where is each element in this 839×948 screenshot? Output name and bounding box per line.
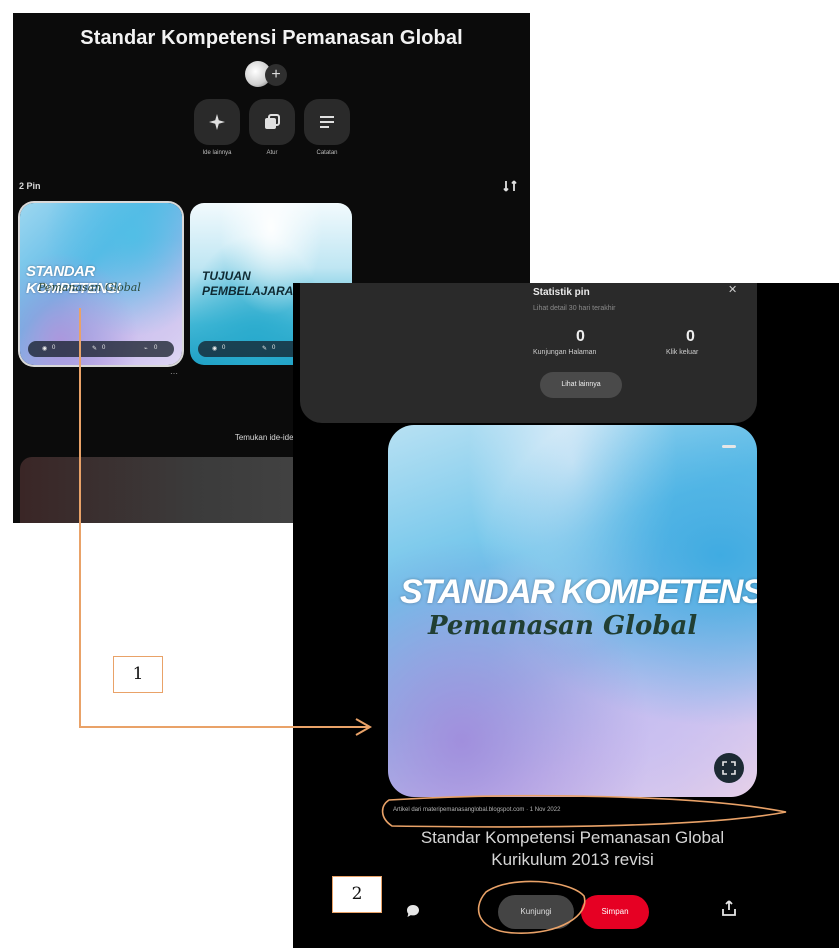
pin-image-subtitle: Pemanasan Global (38, 281, 141, 294)
pin-title: Standar Kompetensi Pemanasan Global Kuri… (420, 828, 725, 869)
save-button[interactable]: Simpan (581, 895, 649, 929)
saves-icon: ✎ (262, 346, 268, 352)
pin-stats-bar: ◉ 0 ✎ 0 ⌁ 0 (28, 341, 174, 357)
pin-image[interactable]: STANDAR KOMPETENSI Pemanasan Global (388, 425, 757, 797)
pin-stats-card: Statistik pin ✕ Lihat detail 30 hari ter… (300, 283, 757, 423)
saves-icon: ✎ (92, 346, 98, 352)
organize-button[interactable] (249, 99, 295, 145)
board-title: Standar Kompetensi Pemanasan Global (80, 27, 463, 49)
pin-stat-saves: 0 (102, 345, 106, 351)
comment-icon[interactable] (406, 904, 420, 918)
clicks-icon: ⌁ (144, 346, 148, 352)
share-icon[interactable] (722, 900, 736, 916)
views-icon: ◉ (42, 346, 48, 352)
notes-label: Catatan (316, 150, 338, 156)
stat-visits-value: 0 (576, 328, 585, 345)
stats-subtitle: Lihat detail 30 hari terakhir (533, 305, 616, 312)
pin-stat-saves: 0 (272, 345, 276, 351)
pin-title-line-1: TUJUAN (202, 269, 251, 283)
pin-detail-screen: Statistik pin ✕ Lihat detail 30 hari ter… (293, 283, 839, 948)
more-ideas-button[interactable] (194, 99, 240, 145)
step-label-2: 2 (332, 876, 382, 913)
expand-button[interactable] (714, 753, 744, 783)
expand-icon (722, 761, 736, 775)
stat-clicks-label: Klik keluar (666, 349, 699, 356)
pin-image-subtitle: Pemanasan Global (428, 611, 698, 641)
more-options-icon[interactable]: ⋯ (170, 369, 178, 378)
see-more-button[interactable]: Lihat lainnya (540, 372, 622, 398)
pin-stat-views: 0 (222, 345, 226, 351)
collaborators[interactable]: + (245, 61, 295, 89)
step-label-1: 1 (113, 656, 163, 693)
pin-image-title: STANDAR KOMPETENSI (400, 573, 757, 611)
add-collaborator-icon[interactable]: + (265, 64, 287, 86)
pin-count: 2 Pin (19, 181, 41, 191)
views-icon: ◉ (212, 346, 218, 352)
stats-title: Statistik pin (533, 287, 590, 298)
pin-card-standar-kompetensi[interactable]: STANDAR KOMPETENSI Pemanasan Global ◉ 0 … (20, 203, 182, 365)
visit-button[interactable]: Kunjungi (498, 895, 574, 929)
stat-visits-label: Kunjungan Halaman (533, 349, 597, 356)
filter-icon[interactable] (503, 179, 517, 193)
organize-icon (265, 114, 280, 129)
close-icon[interactable]: ✕ (728, 283, 737, 296)
pin-source[interactable]: Artikel dari materipemanasanglobal.blogs… (393, 807, 753, 813)
pin-stat-clicks: 0 (154, 345, 158, 351)
notes-button[interactable] (304, 99, 350, 145)
pin-stat-views: 0 (52, 345, 56, 351)
pin-menu-icon[interactable] (722, 445, 736, 448)
notes-icon (320, 116, 334, 128)
sparkle-icon (209, 114, 225, 130)
stat-clicks-value: 0 (686, 328, 695, 345)
